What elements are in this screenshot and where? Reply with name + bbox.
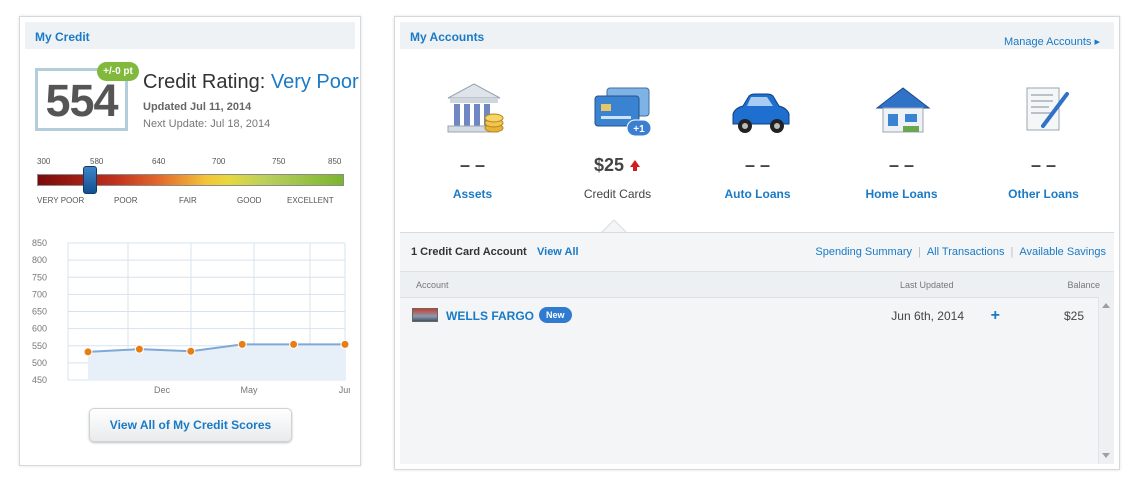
scale-tick: 850 <box>328 157 342 166</box>
y-tick-label: 750 <box>32 272 47 282</box>
document-icon <box>1026 87 1069 131</box>
other-loans-label[interactable]: Other Loans <box>971 187 1116 201</box>
chart-data-point <box>83 347 93 357</box>
scrollbar[interactable] <box>1098 297 1114 464</box>
scale-tick: 580 <box>90 157 104 166</box>
y-tick-label: 550 <box>32 341 47 351</box>
selected-tab-pointer <box>601 219 627 233</box>
credit-card-badge: +1 <box>633 124 645 135</box>
chart-data-point <box>186 346 196 356</box>
credit-cards-amount: $25 <box>545 155 690 176</box>
home-loans-label[interactable]: Home Loans <box>829 187 974 201</box>
x-tick-label: Dec <box>154 385 171 395</box>
car-icon <box>732 93 790 133</box>
all-transactions-link[interactable]: All Transactions <box>927 246 1005 258</box>
chart-data-point <box>340 339 350 349</box>
x-tick-label: Jun <box>339 385 350 395</box>
credit-updated-date: Updated Jul 11, 2014 <box>143 101 252 113</box>
home-loans-amount: – – <box>888 155 915 175</box>
scroll-up-arrow[interactable] <box>1102 303 1110 308</box>
my-accounts-title: My Accounts <box>410 30 485 44</box>
scale-category: FAIR <box>179 196 197 205</box>
credit-rating-value: Very Poor <box>270 71 359 93</box>
table-row[interactable]: WELLS FARGO New Jun 6th, 2014 + $25 <box>400 300 1098 334</box>
scroll-down-arrow[interactable] <box>1102 453 1110 458</box>
credit-score-value: 554 <box>45 75 118 126</box>
scale-tick: 700 <box>212 157 226 166</box>
accounts-table-header: Account Last Updated Balance <box>400 271 1114 298</box>
bank-name[interactable]: WELLS FARGO <box>446 309 534 323</box>
y-tick-label: 450 <box>32 375 47 385</box>
y-tick-label: 500 <box>32 358 47 368</box>
row-balance: $25 <box>1063 309 1084 323</box>
view-all-credit-scores-button[interactable]: View All of My Credit Scores <box>89 408 292 442</box>
credit-score-chart: 850 800 750 700 650 600 550 500 450 Dec May Jun <box>30 237 350 397</box>
my-accounts-header: My Accounts Manage Accounts ▸ <box>400 22 1114 49</box>
y-tick-label: 650 <box>32 307 47 317</box>
spending-summary-link[interactable]: Spending Summary <box>815 246 912 258</box>
y-tick-label: 700 <box>32 289 47 299</box>
account-type-other-loans[interactable]: – – Other Loans <box>971 65 1116 215</box>
credit-rating: Credit Rating: Very Poor <box>143 71 359 94</box>
chart-data-point <box>289 339 299 349</box>
expand-plus-icon[interactable]: + <box>991 307 1000 325</box>
credit-card-accounts-section: 1 Credit Card Account View All Spending … <box>400 232 1114 464</box>
row-last-updated: Jun 6th, 2014 <box>891 309 964 323</box>
my-credit-panel: My Credit 554 +/-0 pt Credit Rating: Ver… <box>19 16 361 466</box>
my-credit-title: My Credit <box>35 30 90 44</box>
scale-tick: 750 <box>272 157 286 166</box>
account-type-auto-loans[interactable]: – – Auto Loans <box>685 65 830 215</box>
bank-icon <box>447 83 504 133</box>
up-arrow-icon <box>630 160 641 171</box>
account-type-assets[interactable]: – – Assets <box>400 65 545 215</box>
score-change-badge: +/-0 pt <box>97 62 139 81</box>
y-tick-label: 850 <box>32 238 47 248</box>
new-badge: New <box>539 307 572 323</box>
manage-accounts-link[interactable]: Manage Accounts ▸ <box>1004 35 1100 48</box>
other-loans-amount: – – <box>1030 155 1057 175</box>
x-tick-label: May <box>240 385 258 395</box>
y-tick-label: 600 <box>32 324 47 334</box>
credit-card-icon: +1 <box>594 87 651 137</box>
y-tick-label: 800 <box>32 255 47 265</box>
credit-cards-amount-value: $25 <box>593 155 625 175</box>
auto-loans-amount: – – <box>744 155 771 175</box>
credit-card-account-count: 1 Credit Card Account <box>411 246 527 258</box>
column-account: Account <box>416 280 449 290</box>
house-icon <box>875 87 931 133</box>
chart-data-point <box>134 344 144 354</box>
scale-category: EXCELLENT <box>287 196 334 205</box>
link-separator: | <box>1010 246 1014 258</box>
scale-tick: 300 <box>37 157 51 166</box>
scale-tick: 640 <box>152 157 166 166</box>
link-separator: | <box>917 246 921 258</box>
column-last-updated: Last Updated <box>900 280 954 290</box>
scale-category: VERY POOR <box>37 196 85 205</box>
assets-label[interactable]: Assets <box>400 187 545 201</box>
account-type-credit-cards[interactable]: +1 $25 Credit Cards <box>545 65 690 215</box>
bank-logo <box>412 308 438 322</box>
available-savings-link[interactable]: Available Savings <box>1019 246 1106 258</box>
column-balance: Balance <box>1067 280 1100 290</box>
scale-category: GOOD <box>237 196 262 205</box>
auto-loans-label[interactable]: Auto Loans <box>685 187 830 201</box>
my-credit-header: My Credit <box>25 22 355 49</box>
credit-scale-marker <box>83 166 97 194</box>
my-accounts-panel: My Accounts Manage Accounts ▸ – – Assets… <box>394 16 1120 470</box>
credit-next-update: Next Update: Jul 18, 2014 <box>143 118 271 130</box>
view-all-link[interactable]: View All <box>537 246 579 258</box>
credit-scale-categories: VERY POOR POOR FAIR GOOD EXCELLENT <box>37 196 344 208</box>
credit-rating-label: Credit Rating: <box>143 71 266 93</box>
assets-amount: – – <box>459 155 486 175</box>
credit-cards-label[interactable]: Credit Cards <box>545 187 690 201</box>
credit-card-links: Spending Summary | All Transactions | Availa… <box>815 246 1106 258</box>
credit-score-chart-svg: 850 800 750 700 650 600 550 500 450 Dec May Jun <box>32 238 350 395</box>
account-type-home-loans[interactable]: – – Home Loans <box>829 65 974 215</box>
scale-category: POOR <box>114 196 138 205</box>
chart-data-point <box>237 339 247 349</box>
